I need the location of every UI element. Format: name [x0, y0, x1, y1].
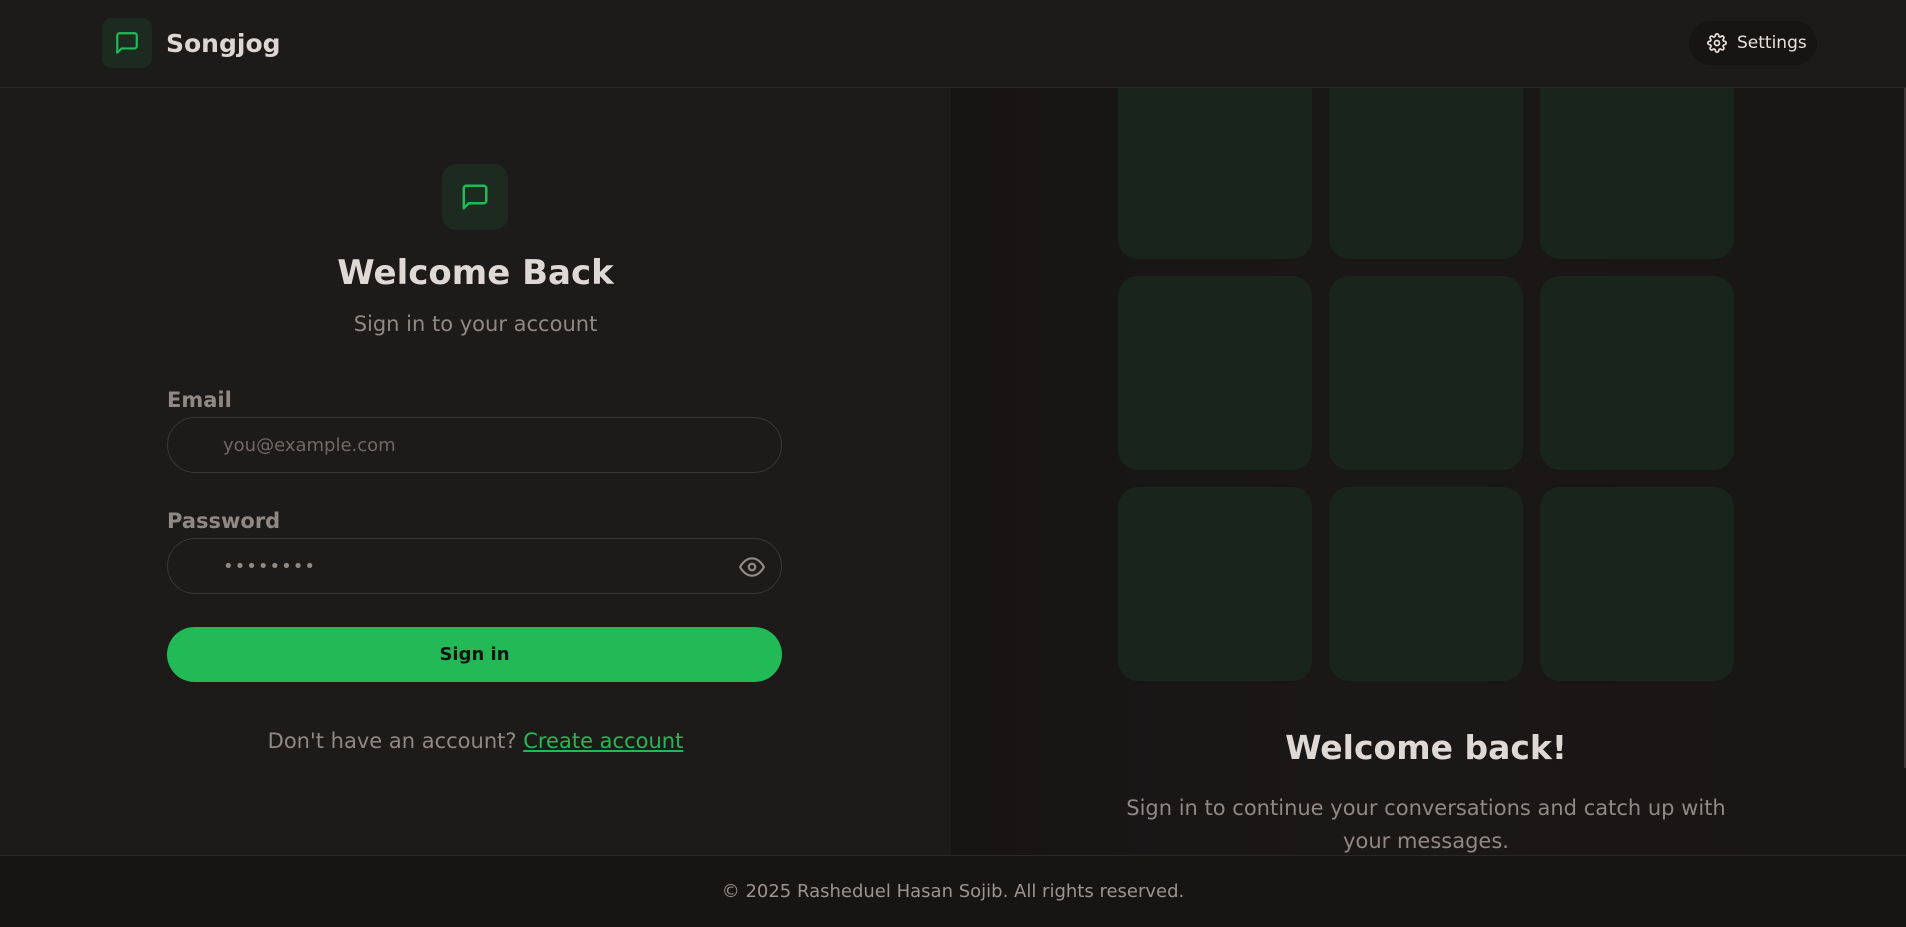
pattern-tile — [1540, 276, 1734, 470]
password-field-wrapper — [167, 538, 782, 594]
eye-icon — [739, 557, 765, 577]
email-field-wrapper — [167, 417, 782, 473]
pattern-tile — [1540, 65, 1734, 259]
password-label: Password — [167, 509, 281, 533]
pattern-tile — [1118, 65, 1312, 259]
copyright-text: © 2025 Rasheduel Hasan Sojib. All rights… — [721, 881, 1185, 902]
pattern-tile — [1118, 487, 1312, 681]
create-account-link[interactable]: Create account — [523, 729, 683, 753]
email-label: Email — [167, 388, 232, 412]
pattern-tile — [1329, 276, 1523, 470]
pattern-tile — [1329, 487, 1523, 681]
settings-button[interactable]: Settings — [1689, 21, 1817, 65]
footer: © 2025 Rasheduel Hasan Sojib. All rights… — [0, 855, 1906, 927]
promo-title: Welcome back! — [1285, 728, 1567, 767]
brand-logo — [102, 18, 152, 68]
sign-in-button[interactable]: Sign in — [167, 627, 782, 682]
brand-name: Songjog — [166, 28, 281, 58]
form-logo — [442, 164, 508, 230]
password-field[interactable] — [223, 555, 703, 577]
pattern-tile — [1329, 65, 1523, 259]
show-password-button[interactable] — [739, 554, 765, 584]
signup-prompt: Don't have an account? Create account — [0, 729, 951, 753]
form-title: Welcome Back — [337, 253, 614, 293]
pattern-tile — [1118, 276, 1312, 470]
message-square-icon — [116, 32, 138, 54]
promo-text: Sign in to continue your conversations a… — [1126, 796, 1726, 853]
pattern-tile — [1540, 487, 1734, 681]
signup-prompt-text: Don't have an account? — [267, 729, 517, 753]
brand[interactable]: Songjog — [102, 18, 281, 68]
gear-icon — [1707, 33, 1727, 53]
message-square-icon — [462, 184, 488, 210]
form-subtitle: Sign in to your account — [353, 312, 598, 336]
settings-label: Settings — [1737, 33, 1807, 53]
email-field[interactable] — [223, 434, 703, 456]
